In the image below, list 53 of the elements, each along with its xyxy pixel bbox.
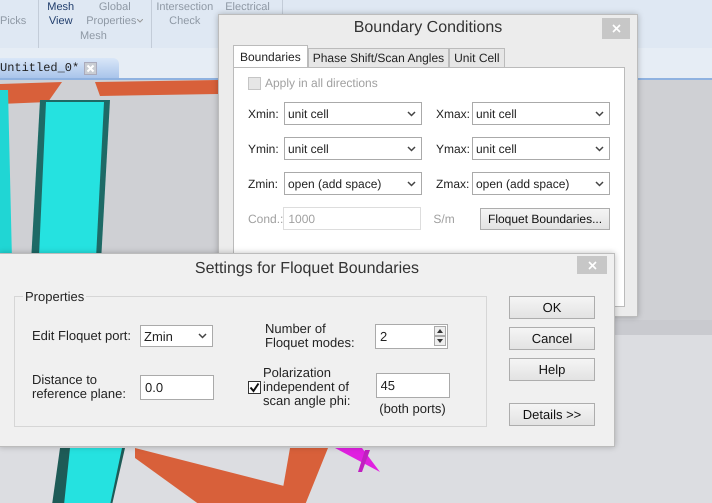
- checkbox-label: Apply in all directions: [265, 76, 378, 90]
- dropdown[interactable]: Zmin: [140, 325, 213, 347]
- dropdown[interactable]: open (add space): [284, 172, 422, 195]
- dropdown[interactable]: unit cell: [284, 102, 422, 125]
- caret-icon: [198, 333, 207, 339]
- field-label: Ymax:: [436, 142, 472, 156]
- distance-field[interactable]: 0.0: [140, 374, 214, 400]
- tab[interactable]: Boundaries: [233, 45, 308, 67]
- caret-icon: [595, 110, 604, 116]
- field-label: Xmax:: [436, 106, 472, 120]
- dialog-button[interactable]: OK: [509, 296, 595, 319]
- up-arrow-icon[interactable]: [434, 326, 446, 336]
- unit-label: S/m: [433, 212, 456, 226]
- caret-icon: [407, 180, 416, 186]
- close-icon: [588, 260, 596, 270]
- field-label: Cond.:: [248, 212, 284, 226]
- floquet-boundaries-button[interactable]: Floquet Boundaries...: [480, 208, 610, 230]
- angle-field[interactable]: 45: [376, 372, 450, 398]
- caret-icon: [595, 146, 604, 152]
- checkbox-label: Polarization independent of scan angle phi:: [263, 366, 350, 408]
- down-arrow-icon[interactable]: [434, 336, 446, 346]
- close-icon[interactable]: [84, 62, 98, 74]
- note-text: (both ports): [379, 400, 446, 416]
- dialog-button[interactable]: Cancel: [509, 327, 595, 350]
- dropdown[interactable]: unit cell: [472, 102, 610, 125]
- tab[interactable]: Unit Cell: [449, 48, 504, 67]
- caret-icon: [407, 110, 416, 116]
- field-label: Xmin:: [248, 106, 280, 120]
- dialog-button[interactable]: Details >>: [509, 403, 595, 426]
- dialog-button[interactable]: Help: [509, 358, 595, 381]
- field-label: Zmax:: [436, 176, 470, 190]
- group-title: Properties: [23, 289, 86, 304]
- dialog-title: Settings for Floquet Boundaries: [194, 260, 420, 278]
- tab[interactable]: Phase Shift/Scan Angles: [308, 48, 450, 67]
- field-label: Distance to reference plane:: [32, 373, 127, 401]
- field-label: Zmin:: [248, 176, 279, 190]
- ribbon-button[interactable]: Mesh View: [41, 0, 80, 28]
- dropdown[interactable]: unit cell: [472, 137, 610, 160]
- spin-box[interactable]: 2: [375, 324, 448, 348]
- dropdown[interactable]: open (add space): [472, 172, 610, 195]
- dropdown[interactable]: unit cell: [284, 137, 422, 160]
- checkbox[interactable]: [248, 380, 261, 394]
- dialog-title: Boundary Conditions: [354, 19, 502, 37]
- group-label: Mesh: [80, 30, 107, 42]
- close-button[interactable]: [577, 256, 607, 274]
- close-icon: [612, 24, 620, 33]
- caret-icon: [407, 146, 416, 152]
- field-label: Ymin:: [248, 142, 280, 156]
- caret-icon: [595, 180, 604, 186]
- close-button[interactable]: [602, 18, 630, 39]
- document-tab[interactable]: Untitled_0*: [0, 58, 120, 78]
- field-label: Number of Floquet modes:: [264, 322, 356, 350]
- field-label: Edit Floquet port:: [32, 329, 132, 343]
